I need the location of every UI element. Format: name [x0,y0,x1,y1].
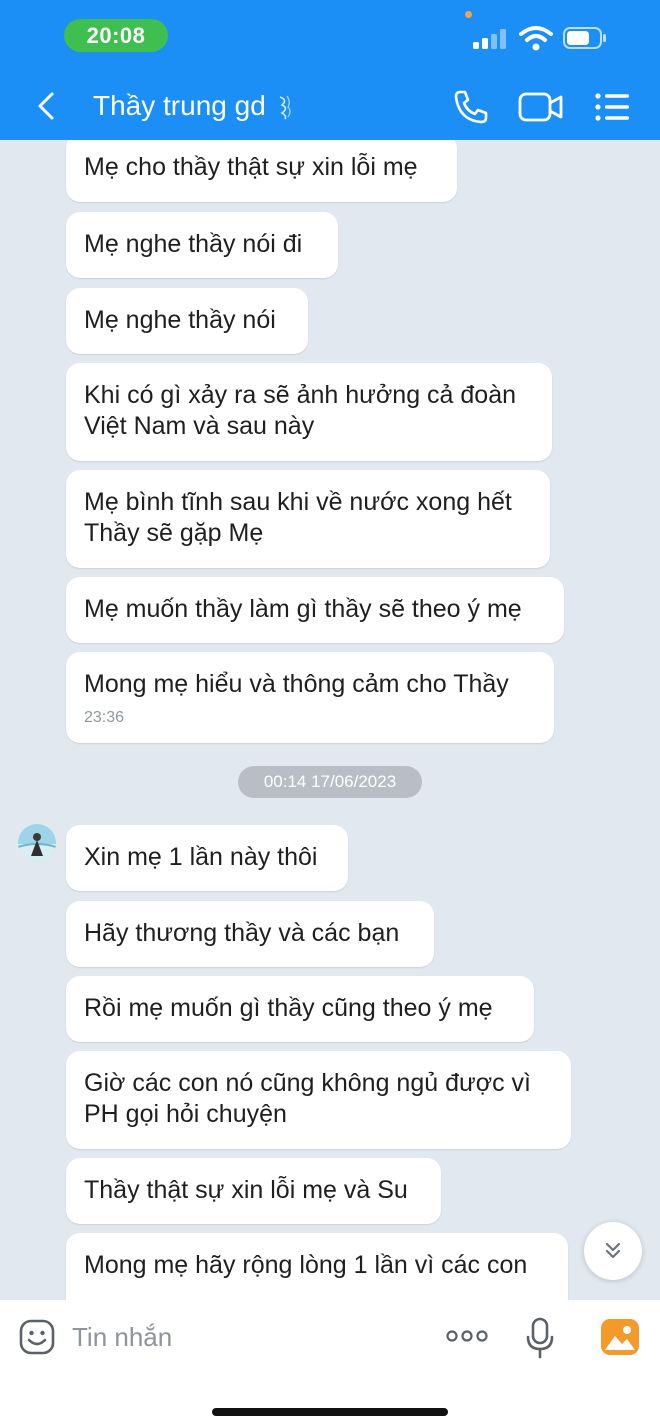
message-bubble[interactable]: Mong mẹ hãy rộng lòng 1 lần vì các con [66,1233,568,1300]
message-bubble[interactable]: Mong mẹ hiểu và thông cảm cho Thầy 23:36 [66,652,554,743]
message-bubble[interactable]: Giờ các con nó cũng không ngủ được vì PH… [66,1051,571,1149]
video-call-button[interactable] [517,88,565,126]
nav-bar: Thầy trung gd [0,72,660,140]
message-text: Hãy thương thầy và các bạn [84,919,400,947]
message-input-bar [0,1300,660,1427]
message-bubble[interactable]: Khi có gì xảy ra sẽ ảnh hưởng cả đoàn Vi… [66,363,552,461]
message-bubble[interactable]: Thầy thật sự xin lỗi mẹ và Su [66,1158,441,1224]
message-bubble[interactable]: Rồi mẹ muốn gì thầy cũng theo ý mẹ [66,976,534,1042]
list-menu-icon [595,93,629,121]
menu-button[interactable] [592,88,632,126]
microphone-icon [526,1317,554,1359]
status-time: 20:08 [64,19,168,52]
message-text: Mẹ muốn thầy làm gì thầy sẽ theo ý mẹ [84,595,522,623]
message-text: Xin mẹ 1 lần này thôi [84,843,318,871]
message-bubble[interactable]: Mẹ bình tĩnh sau khi về nước xong hết Th… [66,470,550,568]
emoji-icon [19,1319,55,1355]
battery-icon [563,27,606,49]
message-text: Mẹ cho thầy thật sự xin lỗi mẹ [84,153,418,181]
double-chevron-down-icon [605,1242,621,1259]
video-camera-icon [518,92,563,122]
message-text: Mẹ bình tĩnh sau khi về nước xong hết Th… [84,488,512,547]
chat-header: 20:08 Thầy trung gd [0,0,660,140]
message-bubble[interactable]: Mẹ cho thầy thật sự xin lỗi mẹ [66,140,457,202]
back-button[interactable] [28,86,64,126]
call-button[interactable] [450,86,492,128]
privacy-indicator-dot [465,11,472,18]
chevron-left-icon [38,92,54,120]
image-icon [601,1319,639,1355]
message-timestamp: 23:36 [84,709,125,726]
message-bubble[interactable]: Xin mẹ 1 lần này thôi [66,825,348,891]
scroll-to-bottom-button[interactable] [584,1222,642,1280]
emoji-button[interactable] [18,1318,56,1356]
message-text: Mẹ nghe thầy nói [84,306,276,334]
home-indicator [212,1408,448,1416]
message-bubble[interactable]: Mẹ muốn thầy làm gì thầy sẽ theo ý mẹ [66,577,564,643]
message-bubble[interactable]: Mẹ nghe thầy nói đi [66,212,338,278]
wifi-icon [519,26,553,51]
more-options-button[interactable] [445,1326,489,1346]
contact-name[interactable]: Thầy trung gd [93,90,266,122]
message-bubble[interactable]: Hãy thương thầy và các bạn [66,901,434,967]
message-input[interactable] [72,1314,422,1360]
message-text: Giờ các con nó cũng không ngủ được vì PH… [84,1069,531,1128]
more-dots-icon [446,1330,488,1342]
phone-icon [454,90,488,124]
message-list[interactable]: Mẹ cho thầy thật sự xin lỗi mẹ Mẹ nghe t… [0,140,660,1300]
date-separator: 00:14 17/06/2023 [238,766,422,798]
message-text: Khi có gì xảy ra sẽ ảnh hưởng cả đoàn Vi… [84,381,517,440]
voice-message-button[interactable] [525,1317,555,1359]
image-button[interactable] [600,1317,640,1357]
message-text: Rồi mẹ muốn gì thầy cũng theo ý mẹ [84,994,493,1022]
contact-avatar-image [18,824,56,862]
signature-icon [279,95,291,120]
message-bubble[interactable]: Mẹ nghe thầy nói [66,288,308,354]
message-text: Mẹ nghe thầy nói đi [84,230,303,258]
status-bar: 20:08 [0,0,660,72]
message-text: Mong mẹ hiểu và thông cảm cho Thầy [84,670,509,698]
cellular-signal-icon [473,29,509,49]
message-text: Thầy thật sự xin lỗi mẹ và Su [84,1176,408,1204]
avatar[interactable] [18,824,56,862]
message-text: Mong mẹ hãy rộng lòng 1 lần vì các con [84,1251,528,1279]
